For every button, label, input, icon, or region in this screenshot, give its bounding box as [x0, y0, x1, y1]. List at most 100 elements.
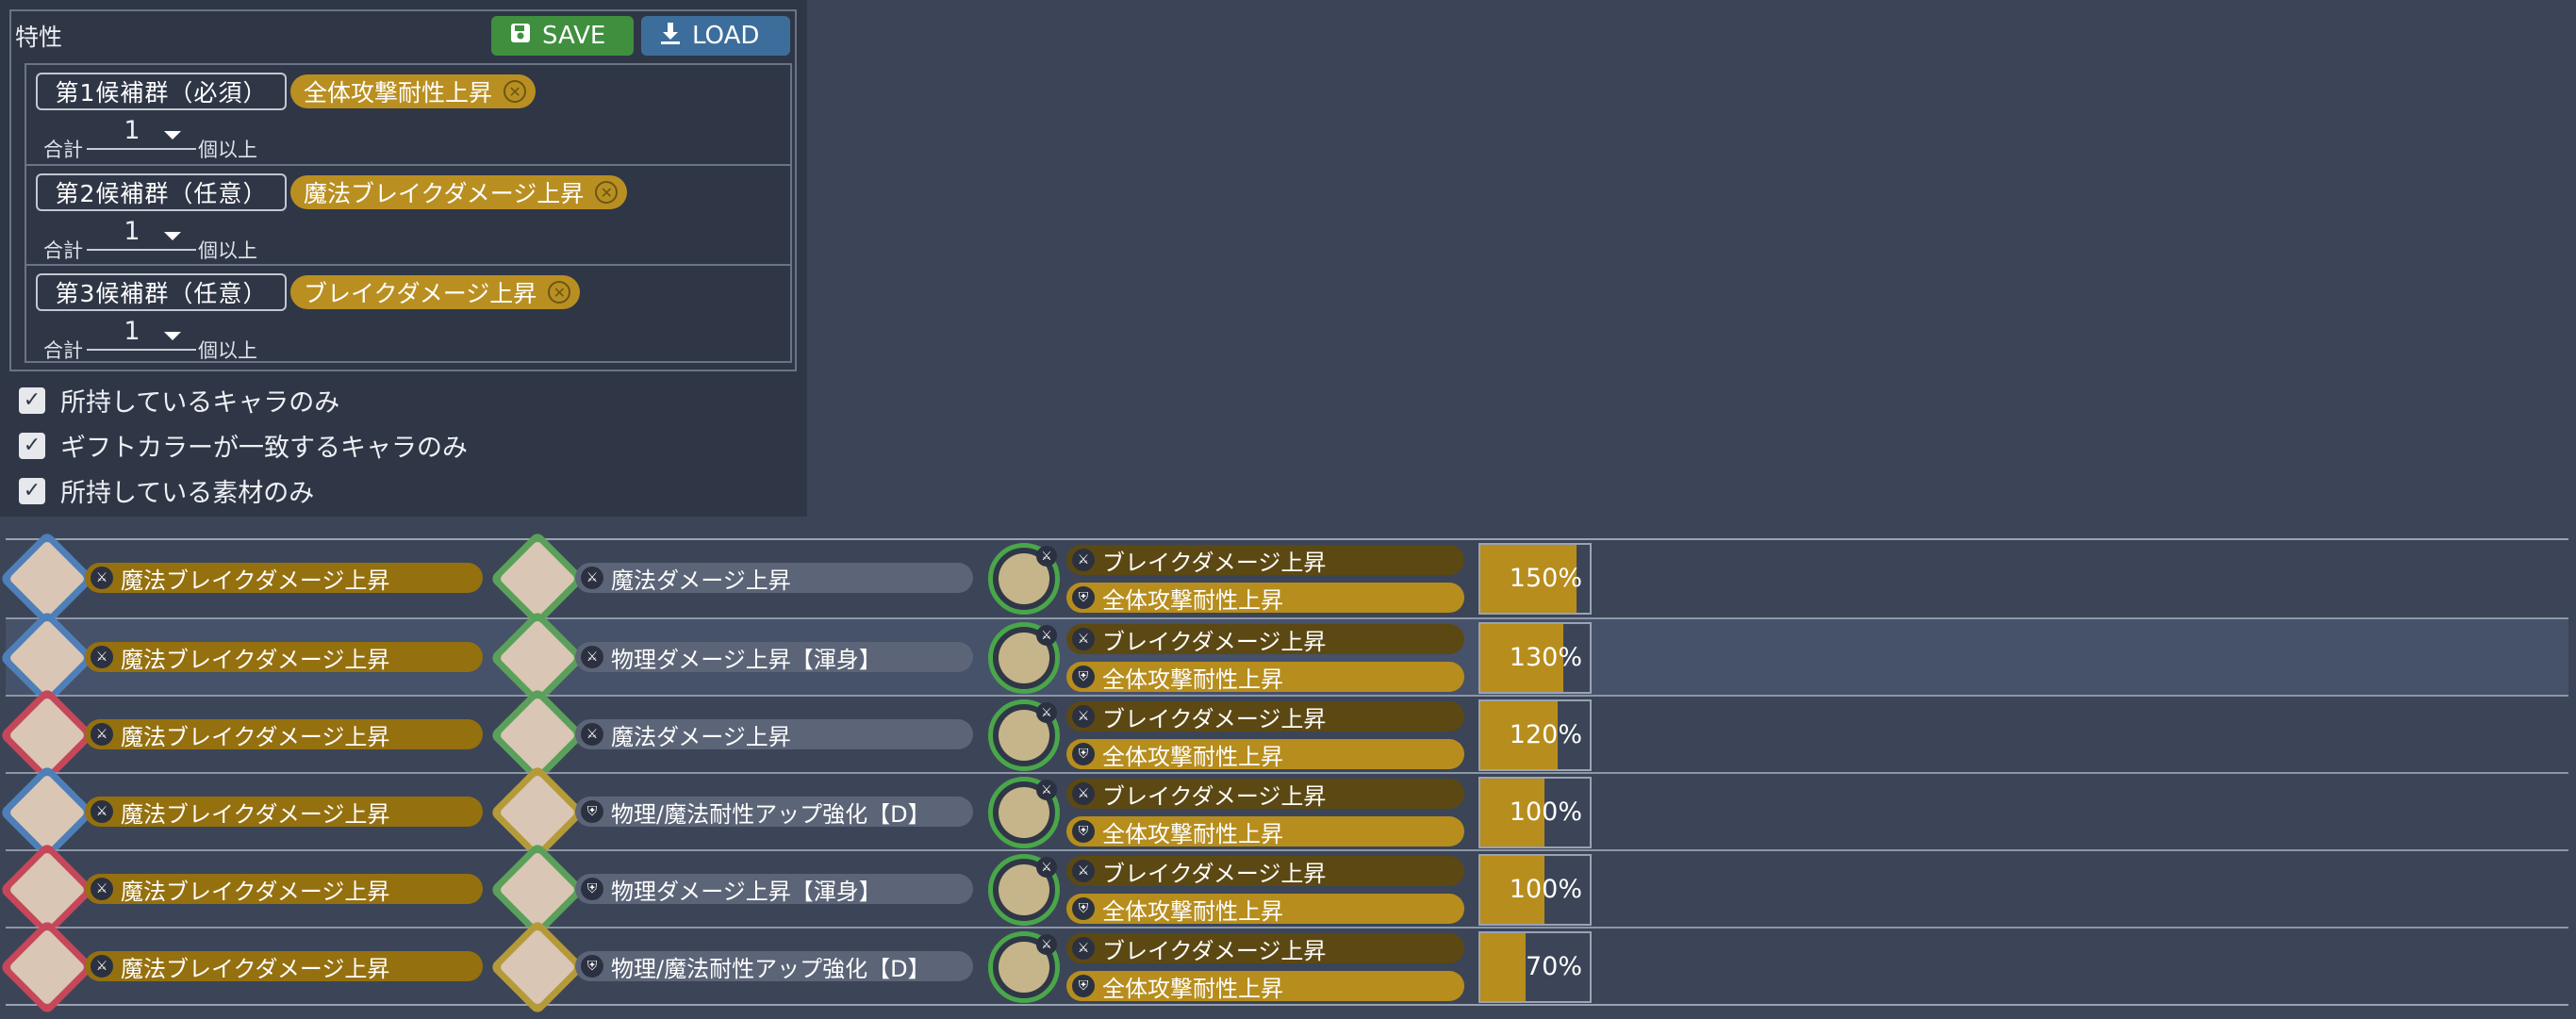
trait-pill-secondary: ⛨ 物理/魔法耐性アップ強化【D】 — [575, 951, 973, 982]
trait-pill-primary: ⚔ 魔法ブレイクダメージ上昇 — [85, 797, 483, 828]
checkbox-label: ギフトカラーが一致するキャラのみ — [60, 434, 468, 463]
material-icon[interactable]: ⚔ — [988, 854, 1060, 926]
percentage-value: 100% — [1509, 875, 1582, 904]
material-icon[interactable]: ⚔ — [988, 622, 1060, 694]
count-value: 1 — [124, 116, 140, 145]
trait-label: 魔法ダメージ上昇 — [611, 723, 791, 750]
material-trait-top: ⚔ ブレイクダメージ上昇 — [1066, 624, 1464, 655]
filter-panel: 特性 SAVE LOAD 第1候補群（必須） 全体攻撃耐性上昇 ✕ 合計 1 個… — [0, 0, 807, 517]
trait-label: ブレイクダメージ上昇 — [1102, 937, 1327, 964]
percentage-bar: 130% — [1478, 622, 1592, 694]
shield-icon: ⛨ — [1072, 897, 1095, 920]
trait-label: 全体攻撃耐性上昇 — [1102, 897, 1283, 925]
material-icon[interactable]: ⚔ — [988, 931, 1060, 1003]
material-icon[interactable]: ⚔ — [988, 699, 1060, 771]
trait-label: ブレイクダメージ上昇 — [1102, 860, 1327, 887]
save-button[interactable]: SAVE — [491, 16, 634, 56]
trait-label: 全体攻撃耐性上昇 — [1102, 820, 1283, 847]
checkmark-icon[interactable]: ✓ — [19, 386, 45, 414]
count-suffix: 個以上 — [198, 339, 257, 362]
count-select[interactable]: 1 — [87, 317, 196, 351]
trait-chip[interactable]: ブレイクダメージ上昇 ✕ — [290, 275, 581, 309]
material-icon[interactable]: ⚔ — [988, 777, 1060, 848]
group-label[interactable]: 第1候補群（必須） — [36, 73, 287, 110]
shield-icon: ⛨ — [581, 800, 603, 823]
result-row[interactable]: ⚔ 魔法ブレイクダメージ上昇 ⛨ 物理ダメージ上昇【渾身】 ⚔ ⚔ ブレイクダメ… — [0, 842, 2568, 938]
sword-icon: ⚔ — [581, 646, 603, 668]
trait-pill-primary: ⚔ 魔法ブレイクダメージ上昇 — [85, 642, 483, 673]
shield-icon: ⛨ — [1072, 820, 1095, 843]
sword-icon: ⚔ — [91, 646, 113, 668]
total-label: 合計 — [43, 339, 83, 362]
checkmark-icon[interactable]: ✓ — [19, 477, 45, 504]
sword-icon: ⚔ — [91, 800, 113, 823]
percentage-value: 100% — [1509, 797, 1582, 827]
trait-label: 魔法ブレイクダメージ上昇 — [121, 646, 390, 673]
shield-icon: ⛨ — [581, 878, 603, 900]
trait-label: 魔法ブレイクダメージ上昇 — [121, 800, 390, 828]
group-label[interactable]: 第2候補群（任意） — [36, 173, 287, 211]
chip-remove-icon[interactable]: ✕ — [504, 80, 527, 103]
trait-pill-primary: ⚔ 魔法ブレイクダメージ上昇 — [85, 874, 483, 905]
chip-label: ブレイクダメージ上昇 — [304, 280, 537, 307]
material-trait-bottom: ⛨ 全体攻撃耐性上昇 — [1066, 816, 1464, 847]
material-trait-top: ⚔ ブレイクダメージ上昇 — [1066, 779, 1464, 810]
trait-label: 全体攻撃耐性上昇 — [1102, 975, 1283, 1002]
chip-remove-icon[interactable]: ✕ — [595, 181, 619, 204]
checkmark-icon[interactable]: ✓ — [19, 432, 45, 459]
material-trait-bottom: ⛨ 全体攻撃耐性上昇 — [1066, 583, 1464, 614]
chip-label: 魔法ブレイクダメージ上昇 — [304, 180, 585, 207]
caret-down-icon — [164, 332, 181, 340]
trait-label: 全体攻撃耐性上昇 — [1102, 666, 1283, 693]
material-icon[interactable]: ⚔ — [988, 543, 1060, 615]
result-row[interactable]: ⚔ 魔法ブレイクダメージ上昇 ⛨ 物理/魔法耐性アップ強化【D】 ⚔ ⚔ ブレイ… — [0, 764, 2568, 861]
count-suffix: 個以上 — [198, 139, 257, 161]
gift-color-checkbox[interactable]: ✓ ギフトカラーが一致するキャラのみ — [19, 427, 468, 464]
trait-pill-primary: ⚔ 魔法ブレイクダメージ上昇 — [85, 719, 483, 750]
candidate-group-1: 第1候補群（必須） 全体攻撃耐性上昇 ✕ 合計 1 個以上 — [26, 65, 790, 164]
sword-icon: ⚔ — [91, 878, 113, 900]
sword-badge-icon: ⚔ — [1036, 934, 1057, 955]
material-trait-bottom: ⛨ 全体攻撃耐性上昇 — [1066, 894, 1464, 925]
count-select[interactable]: 1 — [87, 116, 196, 150]
material-trait-top: ⚔ ブレイクダメージ上昇 — [1066, 545, 1464, 576]
sword-icon: ⚔ — [1072, 782, 1095, 805]
trait-label: 魔法ダメージ上昇 — [611, 567, 791, 594]
material-trait-top: ⚔ ブレイクダメージ上昇 — [1066, 856, 1464, 887]
result-row[interactable]: ⚔ 魔法ブレイクダメージ上昇 ⛨ 物理/魔法耐性アップ強化【D】 ⚔ ⚔ ブレイ… — [0, 919, 2568, 1015]
trait-chip[interactable]: 魔法ブレイクダメージ上昇 ✕ — [290, 175, 628, 209]
download-icon — [660, 22, 681, 51]
sword-badge-icon: ⚔ — [1036, 857, 1057, 878]
percentage-value: 70% — [1525, 952, 1582, 981]
trait-label: 物理/魔法耐性アップ強化【D】 — [611, 955, 931, 982]
sword-icon: ⚔ — [91, 955, 113, 978]
chip-label: 全体攻撃耐性上昇 — [304, 79, 493, 107]
result-row[interactable]: ⚔ 魔法ブレイクダメージ上昇 ⚔ 物理ダメージ上昇【渾身】 ⚔ ⚔ ブレイクダメ… — [0, 610, 2568, 706]
caret-down-icon — [164, 232, 181, 240]
chip-remove-icon[interactable]: ✕ — [548, 281, 571, 304]
trait-label: 魔法ブレイクダメージ上昇 — [121, 567, 390, 594]
owned-materials-checkbox[interactable]: ✓ 所持している素材のみ — [19, 472, 314, 509]
owned-chars-checkbox[interactable]: ✓ 所持しているキャラのみ — [19, 382, 339, 419]
character-avatar[interactable] — [0, 919, 95, 1015]
result-row[interactable]: ⚔ 魔法ブレイクダメージ上昇 ⚔ 魔法ダメージ上昇 ⚔ ⚔ ブレイクダメージ上昇… — [0, 531, 2568, 627]
candidate-group-2: 第2候補群（任意） 魔法ブレイクダメージ上昇 ✕ 合計 1 個以上 — [26, 164, 790, 265]
shield-icon: ⛨ — [1072, 586, 1095, 609]
shield-icon: ⛨ — [581, 955, 603, 978]
count-select[interactable]: 1 — [87, 217, 196, 251]
character-avatar[interactable] — [489, 919, 586, 1015]
percentage-fill — [1480, 933, 1526, 1001]
candidate-groups: 第1候補群（必須） 全体攻撃耐性上昇 ✕ 合計 1 個以上 第2候補群（任意） … — [25, 63, 792, 363]
checkbox-label: 所持している素材のみ — [60, 479, 315, 508]
group-label[interactable]: 第3候補群（任意） — [36, 273, 287, 311]
trait-label: 魔法ブレイクダメージ上昇 — [121, 878, 390, 905]
result-row[interactable]: ⚔ 魔法ブレイクダメージ上昇 ⚔ 魔法ダメージ上昇 ⚔ ⚔ ブレイクダメージ上昇… — [0, 687, 2568, 783]
trait-chip[interactable]: 全体攻撃耐性上昇 ✕ — [290, 74, 537, 108]
results-table: ⚔ 魔法ブレイクダメージ上昇 ⚔ 魔法ダメージ上昇 ⚔ ⚔ ブレイクダメージ上昇… — [0, 531, 2568, 1015]
trait-label: 全体攻撃耐性上昇 — [1102, 743, 1283, 770]
shield-icon: ⛨ — [1072, 666, 1095, 688]
trait-pill-secondary: ⛨ 物理/魔法耐性アップ強化【D】 — [575, 797, 973, 828]
load-button[interactable]: LOAD — [641, 16, 790, 56]
trait-pill-primary: ⚔ 魔法ブレイクダメージ上昇 — [85, 951, 483, 982]
percentage-bar: 100% — [1478, 777, 1592, 848]
